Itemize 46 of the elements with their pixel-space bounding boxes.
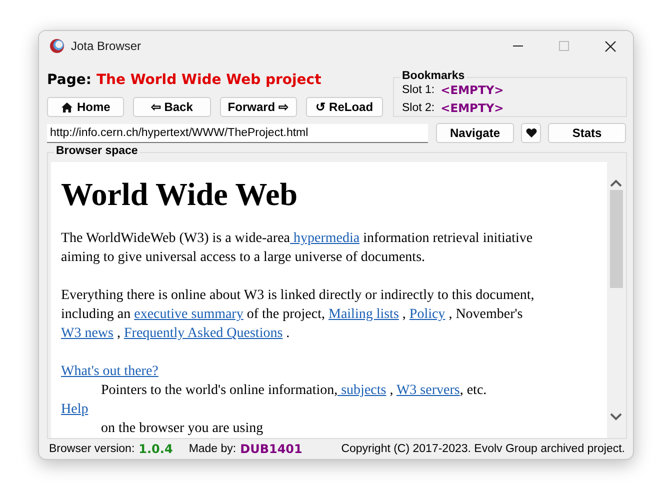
window-title: Jota Browser bbox=[71, 39, 142, 53]
hyperlink[interactable]: What's out there? bbox=[61, 364, 158, 379]
nav-button[interactable]: ⇦ Back bbox=[133, 97, 210, 117]
nav-button[interactable]: Forward ⇨ bbox=[220, 97, 297, 117]
app-logo-icon bbox=[49, 38, 65, 54]
scroll-up-icon bbox=[610, 178, 622, 188]
hyperlink[interactable]: Policy bbox=[409, 307, 446, 322]
nav-button[interactable]: Stats bbox=[548, 123, 626, 143]
page-heading: World Wide Web bbox=[61, 177, 299, 211]
home-button[interactable]: Home bbox=[47, 97, 124, 117]
page-label: Page: bbox=[47, 72, 92, 88]
nav-button[interactable]: ↺ ReLoad bbox=[306, 97, 383, 117]
browser-space-title: Browser space bbox=[54, 145, 140, 157]
slot-label: Slot 2: bbox=[402, 102, 435, 114]
hyperlink[interactable]: W3 servers bbox=[396, 383, 460, 398]
hyperlink[interactable]: Help bbox=[61, 402, 88, 417]
close-icon bbox=[604, 40, 616, 52]
version-label: Browser version: bbox=[49, 443, 135, 455]
address-field[interactable]: http://info.cern.ch/hypertext/WWW/TheProject.html bbox=[47, 124, 428, 142]
scroll-thumb[interactable] bbox=[610, 190, 622, 288]
hyperlink[interactable]: executive summary bbox=[134, 307, 244, 322]
hyperlink[interactable]: W3 news bbox=[61, 326, 114, 341]
page-title: The World Wide Web project bbox=[96, 72, 322, 88]
bookmark-link[interactable]: <EMPTY> bbox=[440, 83, 504, 97]
scrollbar[interactable] bbox=[607, 162, 625, 438]
hyperlink[interactable]: hypermedia bbox=[290, 231, 360, 246]
house-icon bbox=[60, 102, 73, 112]
version-number: 1.0.4 bbox=[138, 442, 173, 456]
paragraph: The WorldWideWeb (W3) is a wide-area hypermedia information retrieval initiative aiming to give universal access to a large universe of documents. bbox=[61, 230, 534, 267]
heart-icon bbox=[526, 128, 536, 138]
hyperlink[interactable]: Frequently Asked Questions bbox=[124, 326, 283, 341]
hyperlink[interactable]: subjects bbox=[338, 383, 386, 398]
bookmarks-title: Bookmarks bbox=[400, 70, 467, 82]
author-name: DUB1401 bbox=[240, 442, 302, 456]
copyright-text: Copyright (C) 2017-2023. Evolv Group archived project. bbox=[341, 443, 625, 455]
definition-text: on the browser you are using bbox=[101, 420, 264, 438]
author-label: Made by: bbox=[188, 443, 236, 455]
bookmark-link[interactable]: <EMPTY> bbox=[440, 101, 504, 115]
scroll-down-icon bbox=[610, 412, 622, 422]
definition-text: Pointers to the world's online information, subjects , W3 servers, etc. bbox=[101, 382, 488, 400]
paragraph: Everything there is online about W3 is linked directly or indirectly to this document, including an executive summary of the project, Mailing lists , Policy , November's W3 news , Frequently Asked Questions . bbox=[61, 287, 536, 343]
favorite-button[interactable] bbox=[521, 123, 541, 143]
hyperlink[interactable]: Mailing lists bbox=[328, 307, 399, 322]
maximize-icon bbox=[559, 41, 569, 51]
nav-button[interactable]: Navigate bbox=[436, 123, 514, 143]
slot-label: Slot 1: bbox=[402, 84, 435, 96]
